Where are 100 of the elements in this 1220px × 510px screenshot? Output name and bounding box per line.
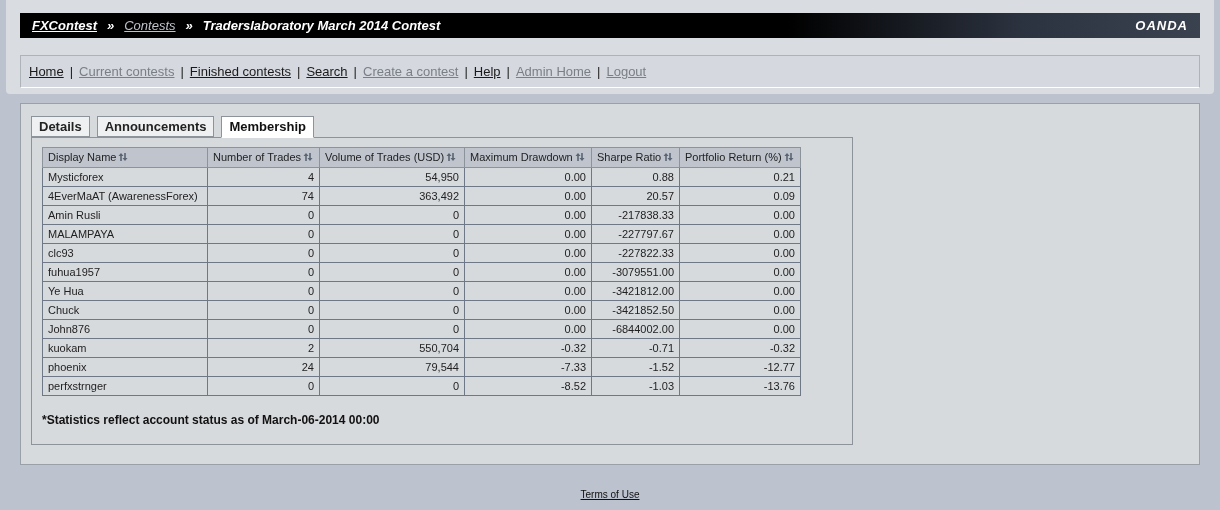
table-cell: -217838.33 bbox=[591, 205, 680, 225]
table-cell: -0.71 bbox=[591, 338, 680, 358]
table-cell: fuhua1957 bbox=[42, 262, 208, 282]
table-cell: -3079551.00 bbox=[591, 262, 680, 282]
table-cell: -0.32 bbox=[679, 338, 801, 358]
table-cell: 0.00 bbox=[464, 300, 592, 320]
table-cell: 0 bbox=[207, 224, 320, 244]
table-cell: 4EverMaAT (AwarenessForex) bbox=[42, 186, 208, 206]
table-cell: kuokam bbox=[42, 338, 208, 358]
table-cell: John876 bbox=[42, 319, 208, 339]
table-cell: 0.00 bbox=[464, 167, 592, 187]
tab[interactable]: Details bbox=[31, 116, 90, 137]
table-cell: 0 bbox=[207, 319, 320, 339]
table-cell: -3421852.50 bbox=[591, 300, 680, 320]
table-cell: 79,544 bbox=[319, 357, 465, 377]
table-cell: 0.00 bbox=[464, 186, 592, 206]
sort-icon[interactable] bbox=[446, 152, 457, 163]
tab[interactable]: Announcements bbox=[96, 116, 215, 137]
nav-separator: | bbox=[353, 62, 357, 81]
table-cell: 0 bbox=[207, 376, 320, 396]
page-title: Traderslaboratory March 2014 Contest bbox=[202, 16, 441, 35]
table-cell: 0 bbox=[207, 281, 320, 301]
table-cell: clc93 bbox=[42, 243, 208, 263]
table-cell: 0.00 bbox=[679, 300, 801, 320]
table-cell: -227797.67 bbox=[591, 224, 680, 244]
terms-link[interactable]: Terms of Use bbox=[580, 487, 640, 502]
table-cell: 0 bbox=[319, 319, 465, 339]
table-cell: -1.52 bbox=[591, 357, 680, 377]
column-header[interactable]: Portfolio Return (%) bbox=[679, 147, 801, 168]
table-cell: 54,950 bbox=[319, 167, 465, 187]
table-cell: perfxstrnger bbox=[42, 376, 208, 396]
table-cell: -13.76 bbox=[679, 376, 801, 396]
table-cell: 20.57 bbox=[591, 186, 680, 206]
table-cell: Amin Rusli bbox=[42, 205, 208, 225]
tab[interactable]: Membership bbox=[221, 116, 315, 138]
column-header[interactable]: Volume of Trades (USD) bbox=[319, 147, 465, 168]
nav-link[interactable]: Search bbox=[306, 61, 348, 82]
column-header[interactable]: Maximum Drawdown bbox=[464, 147, 592, 168]
table-cell: 0.09 bbox=[679, 186, 801, 206]
table-cell: 4 bbox=[207, 167, 320, 187]
table-cell: 0 bbox=[319, 281, 465, 301]
table-cell: 0 bbox=[207, 300, 320, 320]
sort-icon[interactable] bbox=[783, 152, 794, 163]
nav-separator: | bbox=[506, 62, 510, 81]
nav-separator: | bbox=[597, 62, 601, 81]
table-cell: 0.00 bbox=[679, 243, 801, 263]
table-cell: 0.21 bbox=[679, 167, 801, 187]
table-cell: -0.32 bbox=[464, 338, 592, 358]
sort-icon[interactable] bbox=[574, 152, 585, 163]
table-cell: MALAMPAYA bbox=[42, 224, 208, 244]
column-header[interactable]: Number of Trades bbox=[207, 147, 320, 168]
nav-link[interactable]: Finished contests bbox=[189, 61, 291, 82]
nav-separator: | bbox=[297, 62, 301, 81]
sort-icon[interactable] bbox=[303, 152, 314, 163]
table-cell: Ye Hua bbox=[42, 281, 208, 301]
table-cell: 0 bbox=[207, 205, 320, 225]
table-cell: 0.00 bbox=[464, 243, 592, 263]
table-cell: 2 bbox=[207, 338, 320, 358]
table-cell: 0 bbox=[207, 243, 320, 263]
table-cell: 0 bbox=[319, 376, 465, 396]
table-cell: 0 bbox=[207, 262, 320, 282]
breadcrumb-link[interactable]: Contests bbox=[124, 15, 176, 36]
table-cell: -227822.33 bbox=[591, 243, 680, 263]
sort-icon[interactable] bbox=[663, 152, 674, 163]
table-cell: -1.03 bbox=[591, 376, 680, 396]
nav-link[interactable]: Help bbox=[473, 61, 501, 82]
brand-logo: OANDA bbox=[1135, 16, 1188, 35]
table-cell: 550,704 bbox=[319, 338, 465, 358]
nav-separator: | bbox=[464, 62, 468, 81]
table-cell: 0 bbox=[319, 205, 465, 225]
column-header[interactable]: Sharpe Ratio bbox=[591, 147, 680, 168]
table-cell: 0.00 bbox=[464, 205, 592, 225]
statistics-note: *Statistics reflect account status as of March-06-2014 00:00 bbox=[42, 412, 381, 429]
table-cell: 0 bbox=[319, 243, 465, 263]
table-cell: 0.00 bbox=[679, 224, 801, 244]
nav-link[interactable]: Home bbox=[29, 61, 64, 82]
table-cell: 0.00 bbox=[679, 319, 801, 339]
breadcrumb-link[interactable]: FXContest bbox=[32, 15, 97, 36]
nav-separator: | bbox=[180, 62, 184, 81]
table-cell: -8.52 bbox=[464, 376, 592, 396]
table-cell: phoenix bbox=[42, 357, 208, 377]
nav-separator: | bbox=[69, 62, 74, 81]
table-cell: -7.33 bbox=[464, 357, 592, 377]
table-cell: 0.00 bbox=[679, 205, 801, 225]
table-cell: 0.00 bbox=[679, 262, 801, 282]
table-cell: -6844002.00 bbox=[591, 319, 680, 339]
table-cell: 0.00 bbox=[464, 319, 592, 339]
table-cell: 74 bbox=[207, 186, 320, 206]
breadcrumb-separator: » bbox=[107, 16, 115, 35]
table-cell: 0 bbox=[319, 262, 465, 282]
sort-icon[interactable] bbox=[118, 152, 129, 163]
table-cell: Chuck bbox=[42, 300, 208, 320]
table-cell: 0 bbox=[319, 224, 465, 244]
table-cell: 0.00 bbox=[464, 281, 592, 301]
column-header[interactable]: Display Name bbox=[42, 147, 208, 168]
table-cell: 363,492 bbox=[319, 186, 465, 206]
table-cell: -12.77 bbox=[679, 357, 801, 377]
table-cell: 0 bbox=[319, 300, 465, 320]
table-cell: Mysticforex bbox=[42, 167, 208, 187]
table-cell: -3421812.00 bbox=[591, 281, 680, 301]
